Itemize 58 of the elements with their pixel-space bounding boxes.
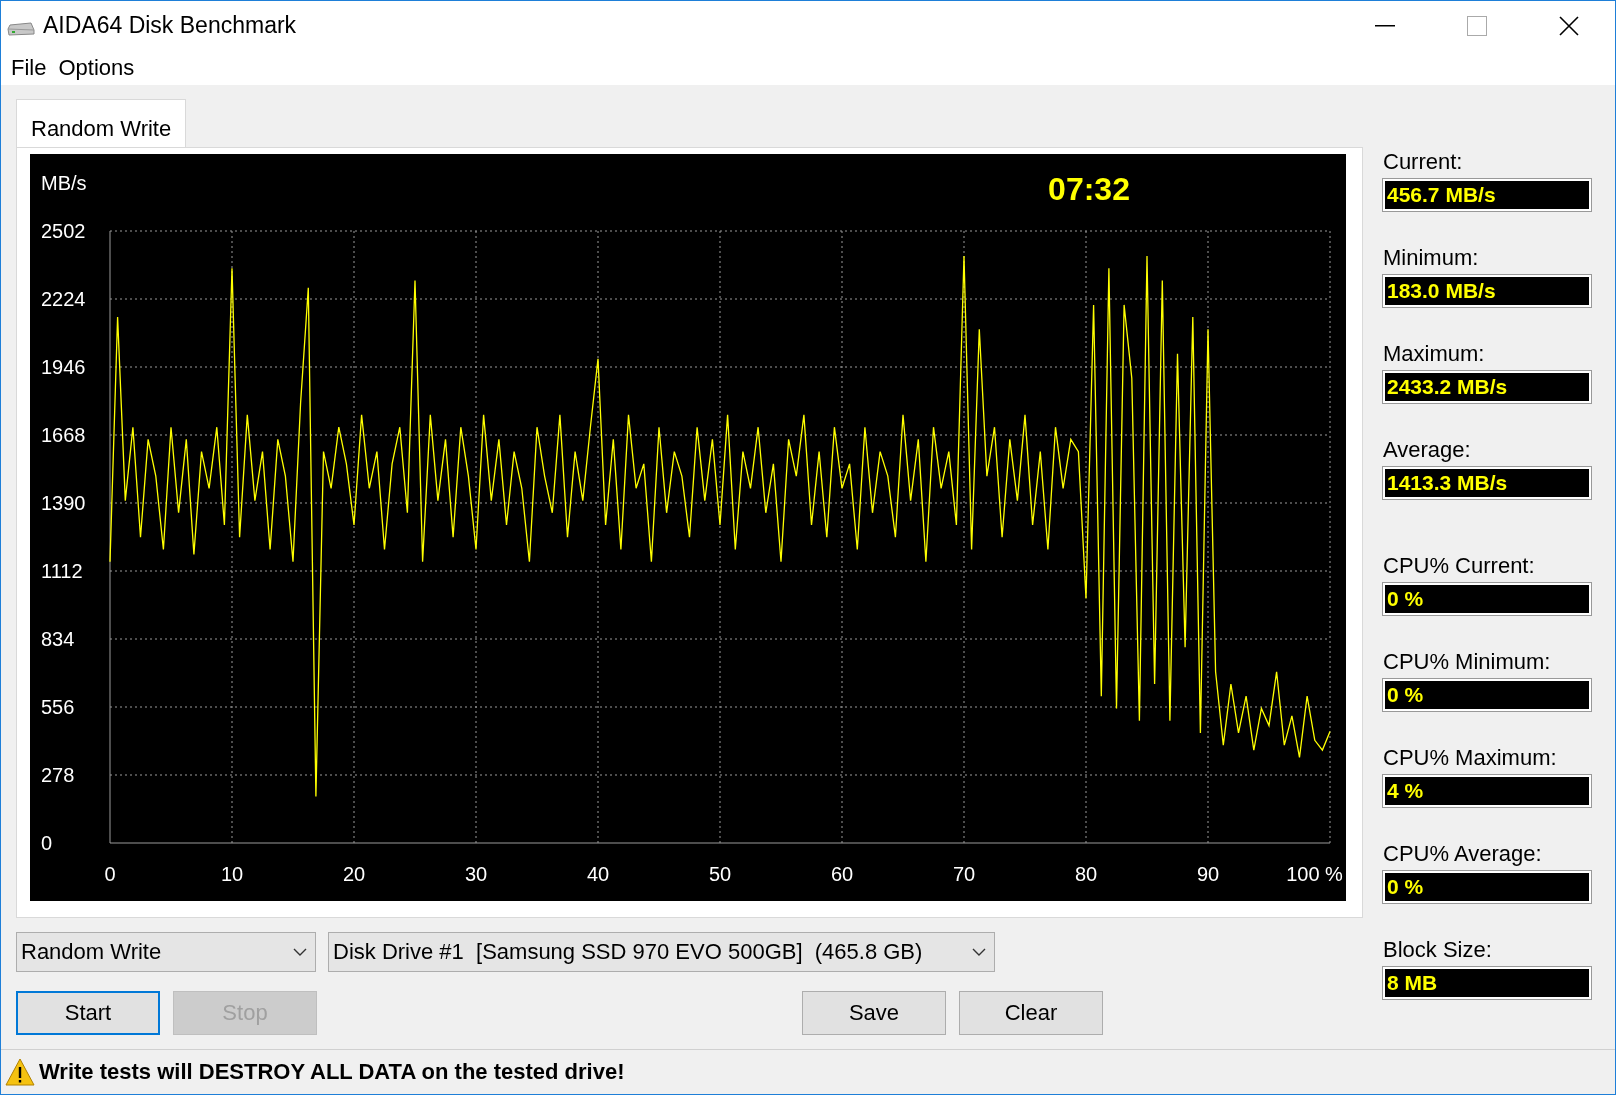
elapsed-timer: 07:32 bbox=[1048, 171, 1130, 207]
axis-label: 0 bbox=[104, 863, 116, 885]
test-type-dropdown[interactable]: Random Write bbox=[16, 932, 316, 972]
action-button[interactable]: Start bbox=[16, 991, 160, 1035]
warning-message: Write tests will DESTROY ALL DATA on the tested drive! bbox=[39, 1059, 625, 1085]
action-button[interactable]: Save bbox=[802, 991, 946, 1035]
axis-label: 278 bbox=[41, 764, 75, 786]
stat-value: 1413.3 MB/s bbox=[1383, 467, 1591, 499]
axis-label: 2224 bbox=[41, 288, 86, 310]
axis-label: 20 bbox=[342, 863, 366, 885]
caret-icon bbox=[972, 948, 986, 956]
axis-label: 40 bbox=[586, 863, 610, 885]
stat-value: 183.0 MB/s bbox=[1383, 275, 1591, 307]
drive-dropdown[interactable]: Disk Drive #1 [Samsung SSD 970 EVO 500GB] (465.8 GB) bbox=[328, 932, 995, 972]
drive-icon bbox=[7, 21, 35, 36]
axis-label: 556 bbox=[41, 696, 75, 718]
axis-label: 1668 bbox=[41, 424, 86, 446]
axis-label: 60 bbox=[830, 863, 854, 885]
stat-label: Block Size: bbox=[1383, 937, 1493, 963]
tab[interactable]: Random Write bbox=[16, 99, 187, 147]
axis-unit-label: MB/s bbox=[41, 172, 87, 194]
caret-icon bbox=[293, 948, 307, 956]
menu-item[interactable]: Options bbox=[52, 54, 141, 81]
axis-label: 2502 bbox=[41, 220, 86, 242]
axis-label: 1112 bbox=[41, 560, 83, 582]
stat-value: 8 MB bbox=[1383, 967, 1591, 999]
stat-value: 0 % bbox=[1383, 679, 1591, 711]
axis-label: 0 bbox=[41, 832, 53, 854]
stat-label: CPU% Current: bbox=[1383, 553, 1536, 579]
stat-label: Average: bbox=[1383, 437, 1472, 463]
axis-label: 50 bbox=[708, 863, 732, 885]
action-button[interactable]: Clear bbox=[959, 991, 1103, 1035]
axis-label: 80 bbox=[1074, 863, 1098, 885]
stat-value: 4 % bbox=[1383, 775, 1591, 807]
warning-icon bbox=[5, 1058, 35, 1086]
maximize-icon bbox=[1467, 15, 1487, 36]
stat-value: 0 % bbox=[1383, 871, 1591, 903]
stat-label: Maximum: bbox=[1383, 341, 1486, 367]
minimize-icon bbox=[1375, 24, 1395, 27]
stat-label: CPU% Maximum: bbox=[1383, 745, 1558, 771]
axis-label: 100 % bbox=[1286, 863, 1343, 885]
window-title: AIDA64 Disk Benchmark bbox=[43, 12, 297, 39]
stat-label: Minimum: bbox=[1383, 245, 1480, 271]
stat-label: Current: bbox=[1383, 149, 1464, 175]
axis-label: 10 bbox=[220, 863, 244, 885]
stat-label: CPU% Average: bbox=[1383, 841, 1543, 867]
stat-value: 2433.2 MB/s bbox=[1383, 371, 1591, 403]
axis-label: 1390 bbox=[41, 492, 86, 514]
menu-item[interactable]: File bbox=[5, 54, 53, 81]
axis-label: 1946 bbox=[41, 356, 86, 378]
close-icon bbox=[1559, 15, 1579, 36]
stat-label: CPU% Minimum: bbox=[1383, 649, 1552, 675]
stat-value: 0 % bbox=[1383, 583, 1591, 615]
axis-label: 90 bbox=[1196, 863, 1220, 885]
axis-label: 70 bbox=[952, 863, 976, 885]
stat-value: 456.7 MB/s bbox=[1383, 179, 1591, 211]
axis-label: 30 bbox=[464, 863, 488, 885]
axis-label: 834 bbox=[41, 628, 75, 650]
